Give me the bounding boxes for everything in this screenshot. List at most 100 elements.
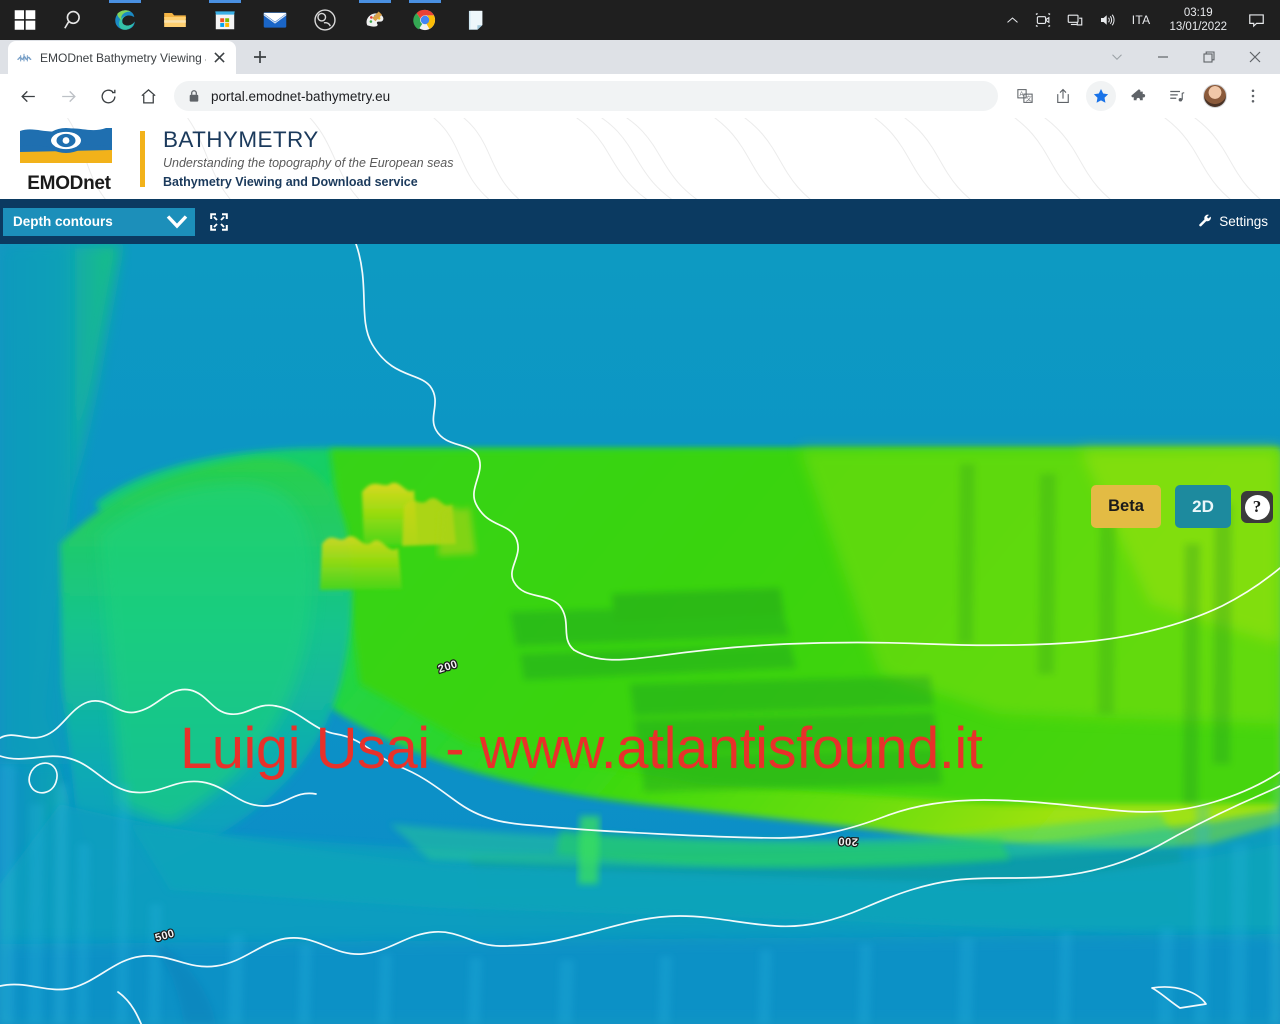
maximize-icon <box>1203 51 1215 63</box>
network-icon <box>1067 14 1083 26</box>
tray-overflow-button[interactable] <box>998 0 1027 40</box>
chevron-up-icon <box>1006 16 1018 23</box>
three-dot-menu-icon <box>1251 89 1255 103</box>
taskbar-paint[interactable] <box>350 0 400 40</box>
close-icon <box>213 52 225 63</box>
extensions-button[interactable] <box>1124 81 1154 111</box>
media-list-icon <box>1170 90 1185 102</box>
tray-time: 03:19 <box>1183 7 1213 19</box>
lock-icon <box>188 89 200 103</box>
taskbar-obs[interactable] <box>300 0 350 40</box>
windows-taskbar: ITA 03:19 13/01/2022 <box>0 0 1280 40</box>
tray-network-button[interactable] <box>1059 0 1091 40</box>
close-icon <box>1249 51 1261 63</box>
browser-toolbar: portal.emodnet-bathymetry.eu A 文 <box>0 74 1280 118</box>
url-text: portal.emodnet-bathymetry.eu <box>211 88 391 104</box>
tray-volume-button[interactable] <box>1091 0 1123 40</box>
map-control-bar: Depth contours Settings <box>0 199 1280 244</box>
start-button[interactable] <box>0 0 50 40</box>
layer-select-value: Depth contours <box>13 214 113 229</box>
settings-button[interactable]: Settings <box>1198 214 1268 229</box>
speech-bubble-icon <box>1249 13 1264 27</box>
browser-menu-button[interactable] <box>1238 81 1268 111</box>
taskbar-explorer[interactable] <box>150 0 200 40</box>
home-icon <box>140 88 156 103</box>
chevron-down-icon <box>166 214 188 229</box>
emodnet-wave-lens-logo <box>20 127 112 163</box>
back-button[interactable] <box>11 79 45 113</box>
forward-button[interactable] <box>51 79 85 113</box>
mail-icon <box>263 12 287 28</box>
maximize-button[interactable] <box>1186 41 1232 73</box>
paint-icon <box>366 11 384 27</box>
chevron-down-icon <box>1112 54 1122 60</box>
web-page: EMODnet BATHYMETRY Understanding the top… <box>0 118 1280 1024</box>
close-window-button[interactable] <box>1232 41 1278 73</box>
taskbar-mail[interactable] <box>250 0 300 40</box>
svg-text:文: 文 <box>1026 95 1032 103</box>
contour-label: 200 <box>836 833 859 848</box>
window-controls <box>1094 40 1280 74</box>
browser-tab[interactable]: EMODnet Bathymetry Viewing an <box>8 41 236 74</box>
taskbar-sticky-notes[interactable] <box>450 0 500 40</box>
home-button[interactable] <box>131 79 165 113</box>
windows-logo-icon <box>14 10 36 30</box>
minimize-button[interactable] <box>1140 41 1186 73</box>
tray-notifications-button[interactable] <box>1237 11 1276 30</box>
svg-text:A: A <box>1019 92 1023 98</box>
avatar[interactable] <box>1203 84 1227 108</box>
layer-select-dropdown[interactable]: Depth contours <box>3 207 195 236</box>
settings-label: Settings <box>1219 214 1268 229</box>
file-explorer-icon <box>164 12 186 28</box>
reload-button[interactable] <box>91 79 125 113</box>
tray-recording-button[interactable] <box>1027 0 1059 40</box>
tray-language-indicator[interactable]: ITA <box>1123 13 1160 27</box>
sticky-notes-icon <box>468 10 483 30</box>
depth-contour-layer <box>0 244 1280 1024</box>
browser-window: EMODnet Bathymetry Viewing an portal.emo… <box>0 40 1280 1024</box>
share-button[interactable] <box>1048 81 1078 111</box>
minimize-icon <box>1158 56 1168 58</box>
site-subtitle: Understanding the topography of the Euro… <box>163 155 454 170</box>
dimension-toggle-button[interactable]: 2D <box>1175 485 1231 528</box>
star-filled-icon <box>1093 88 1109 103</box>
site-header: EMODnet BATHYMETRY Understanding the top… <box>0 118 1280 199</box>
arrow-right-icon <box>61 90 76 102</box>
tab-strip: EMODnet Bathymetry Viewing an <box>0 40 1280 74</box>
bookmark-button[interactable] <box>1086 81 1116 111</box>
edge-browser-icon <box>115 10 135 30</box>
translate-button[interactable]: A 文 <box>1010 81 1040 111</box>
watermark-text: Luigi Usai - www.atlantisfound.it <box>180 716 983 781</box>
header-divider <box>140 130 145 187</box>
puzzle-piece-icon <box>1131 89 1146 101</box>
new-tab-button[interactable] <box>246 43 274 71</box>
taskbar-icon-group <box>0 0 500 40</box>
obs-studio-icon <box>314 9 336 31</box>
question-mark-icon: ? <box>1244 494 1270 520</box>
search-button[interactable] <box>50 0 100 40</box>
tray-clock[interactable]: 03:19 13/01/2022 <box>1159 0 1237 40</box>
help-button[interactable]: ? <box>1241 491 1273 523</box>
microsoft-store-icon <box>215 11 235 30</box>
tab-close-button[interactable] <box>210 49 228 67</box>
bathymetry-favicon <box>17 53 32 62</box>
taskbar-chrome[interactable] <box>400 0 450 40</box>
bathymetry-map-canvas[interactable]: 200 200 500 500 500 1000 2000 Luigi Usai… <box>0 244 1280 1024</box>
tray-date: 13/01/2022 <box>1169 21 1227 33</box>
taskbar-store[interactable] <box>200 0 250 40</box>
emodnet-logo[interactable]: EMODnet <box>14 123 124 195</box>
toolbar-right-group: A 文 <box>1006 81 1272 111</box>
arrow-left-icon <box>20 90 35 102</box>
beta-badge[interactable]: Beta <box>1091 485 1161 528</box>
address-bar[interactable]: portal.emodnet-bathymetry.eu <box>174 81 998 111</box>
fullscreen-button[interactable] <box>208 211 230 233</box>
plus-icon <box>254 51 266 63</box>
collections-button[interactable] <box>1162 81 1192 111</box>
chrome-browser-icon <box>413 9 436 31</box>
header-text-block: BATHYMETRY Understanding the topography … <box>163 127 454 191</box>
taskbar-edge[interactable] <box>100 0 150 40</box>
speaker-icon <box>1100 14 1115 26</box>
tab-title: EMODnet Bathymetry Viewing an <box>40 50 206 65</box>
tab-search-button[interactable] <box>1094 41 1140 73</box>
service-line: Bathymetry Viewing and Download service <box>163 174 418 189</box>
